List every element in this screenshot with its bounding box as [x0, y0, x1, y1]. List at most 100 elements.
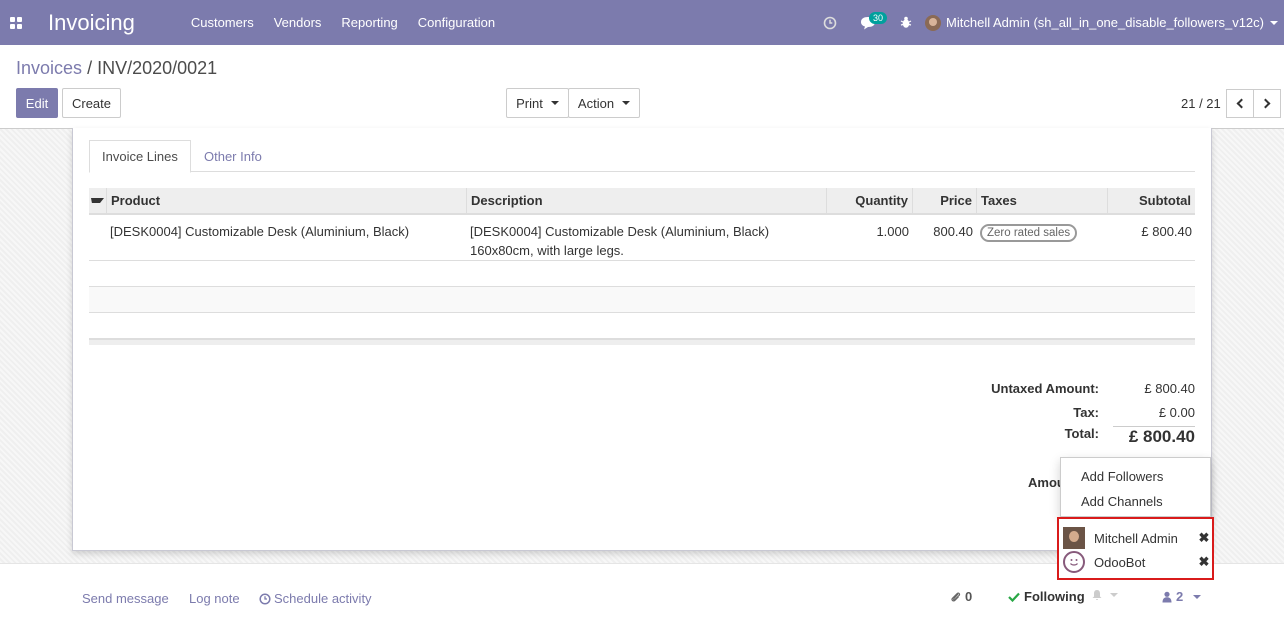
schedule-activity-button[interactable]: Schedule activity: [259, 591, 372, 606]
follow-button[interactable]: Following: [1008, 589, 1085, 604]
print-caret-icon: [550, 101, 559, 105]
followers-count: 2: [1176, 589, 1184, 604]
tab-other-info[interactable]: Other Info: [192, 140, 274, 173]
cell-description-line-1: [DESK0004] Customizable Desk (Aluminium,…: [470, 224, 770, 239]
cell-description[interactable]: [DESK0004] Customizable Desk (Aluminium,…: [466, 215, 826, 260]
follower-name[interactable]: OdooBot: [1094, 555, 1198, 570]
cell-taxes[interactable]: Zero rated sales: [976, 215, 1107, 260]
log-note-button[interactable]: Log note: [189, 591, 240, 606]
row-spacer: [89, 215, 106, 260]
col-price[interactable]: Price: [912, 188, 976, 213]
menu-item-configuration[interactable]: Configuration: [408, 0, 505, 45]
table-row[interactable]: [DESK0004] Customizable Desk (Aluminium,…: [89, 215, 1195, 261]
user-menu[interactable]: Mitchell Admin (sh_all_in_one_disable_fo…: [925, 14, 1284, 31]
add-channels-item[interactable]: Add Channels: [1081, 494, 1163, 509]
pager-value[interactable]: 21 / 21: [1181, 96, 1221, 111]
messages-icon[interactable]: 30: [849, 0, 888, 45]
debug-bug-icon[interactable]: [887, 0, 925, 45]
schedule-activity-label: Schedule activity: [274, 591, 372, 606]
action-button-label: Action: [577, 95, 615, 111]
col-product[interactable]: Product: [106, 188, 466, 213]
notebook-tabs: Invoice Lines Other Info: [89, 140, 1195, 173]
user-avatar: [925, 14, 942, 31]
edit-button-label: Edit: [25, 95, 49, 111]
print-button-label: Print: [516, 95, 543, 111]
total-value: £ 800.40: [1113, 426, 1195, 447]
caret-down-icon: [91, 198, 104, 203]
paperclip-icon: [951, 592, 961, 602]
clock-icon: [259, 592, 271, 605]
invoice-totals: Untaxed Amount: £ 800.40 Tax: £ 0.00 Tot…: [973, 376, 1195, 454]
bell-icon: [1092, 590, 1102, 600]
followers-list: Mitchell Admin ✖ OdooBot ✖: [1057, 517, 1214, 580]
untaxed-amount-value: £ 800.40: [1144, 380, 1195, 396]
tax-tag: Zero rated sales: [980, 224, 1078, 242]
table-footer: [89, 339, 1195, 345]
empty-row: [89, 287, 1195, 313]
empty-row: [89, 313, 1195, 339]
main-menu: Customers Vendors Reporting Configuratio…: [181, 0, 505, 45]
edit-button[interactable]: Edit: [16, 88, 58, 118]
pager-next-button[interactable]: [1253, 89, 1281, 118]
chevron-right-icon: [1260, 98, 1271, 109]
breadcrumb-separator: /: [87, 58, 93, 78]
total-label: Total:: [1064, 426, 1099, 441]
col-description[interactable]: Description: [466, 188, 826, 213]
tab-invoice-lines[interactable]: Invoice Lines: [89, 140, 191, 173]
follower-item[interactable]: Mitchell Admin ✖: [1063, 526, 1210, 550]
remove-follower-icon[interactable]: ✖: [1198, 530, 1210, 546]
following-label: Following: [1024, 589, 1085, 604]
invoice-lines-table: Product Description Quantity Price Taxes…: [89, 188, 1195, 345]
activity-clock-icon[interactable]: [811, 0, 849, 45]
check-icon: [1008, 592, 1020, 602]
notification-caret-icon: [1110, 593, 1118, 597]
odoobot-avatar-icon: [1063, 551, 1085, 573]
create-button[interactable]: Create: [62, 88, 121, 118]
follower-name[interactable]: Mitchell Admin: [1094, 531, 1198, 546]
attachments-button[interactable]: 0: [950, 589, 972, 604]
menu-item-reporting[interactable]: Reporting: [331, 0, 407, 45]
user-icon: [1162, 591, 1172, 602]
user-caret-icon: [1270, 20, 1278, 25]
follower-avatar: [1063, 527, 1085, 549]
top-navbar: Invoicing Customers Vendors Reporting Co…: [0, 0, 1284, 45]
followers-button[interactable]: 2: [1162, 589, 1202, 604]
tax-label: Tax:: [1073, 404, 1099, 420]
cell-price[interactable]: 800.40: [912, 215, 976, 260]
pager-previous-button[interactable]: [1226, 89, 1254, 118]
cell-quantity[interactable]: 1.000: [826, 215, 912, 260]
send-message-button[interactable]: Send message: [82, 591, 169, 606]
cell-subtotal: £ 800.40: [1141, 224, 1192, 239]
messages-count-badge: 30: [869, 12, 888, 24]
print-button[interactable]: Print: [506, 88, 569, 118]
followers-dropdown: Add Followers Add Channels: [1060, 457, 1211, 517]
create-button-label: Create: [71, 95, 112, 111]
col-quantity[interactable]: Quantity: [826, 188, 912, 213]
followers-caret-icon: [1193, 594, 1202, 599]
untaxed-amount-label: Untaxed Amount:: [991, 380, 1099, 396]
menu-item-customers[interactable]: Customers: [181, 0, 264, 45]
breadcrumb-invoices[interactable]: Invoices: [16, 58, 82, 78]
empty-row: [89, 261, 1195, 287]
remove-follower-icon[interactable]: ✖: [1198, 554, 1210, 570]
table-header: Product Description Quantity Price Taxes…: [89, 188, 1195, 215]
follower-item[interactable]: OdooBot ✖: [1063, 550, 1210, 574]
invoice-sheet: Invoice Lines Other Info Product Descrip…: [72, 128, 1212, 551]
optional-columns-toggle[interactable]: [89, 188, 106, 213]
breadcrumb-current: INV/2020/0021: [97, 58, 218, 78]
user-name: Mitchell Admin (sh_all_in_one_disable_fo…: [946, 15, 1264, 30]
action-button[interactable]: Action: [568, 88, 640, 118]
col-subtotal[interactable]: Subtotal: [1107, 188, 1195, 213]
action-caret-icon: [622, 101, 631, 105]
cell-description-line-2: 160x80cm, with large legs.: [470, 243, 624, 258]
tax-value: £ 0.00: [1158, 404, 1195, 420]
chevron-left-icon: [1236, 98, 1247, 109]
menu-item-vendors[interactable]: Vendors: [264, 0, 332, 45]
notification-settings-button[interactable]: [1091, 589, 1118, 601]
cell-product[interactable]: [DESK0004] Customizable Desk (Aluminium,…: [106, 215, 466, 260]
breadcrumb: Invoices / INV/2020/0021: [16, 58, 217, 79]
add-followers-item[interactable]: Add Followers: [1081, 469, 1163, 484]
col-taxes[interactable]: Taxes: [976, 188, 1107, 213]
app-title[interactable]: Invoicing: [48, 10, 135, 36]
apps-menu-icon[interactable]: [0, 0, 32, 45]
